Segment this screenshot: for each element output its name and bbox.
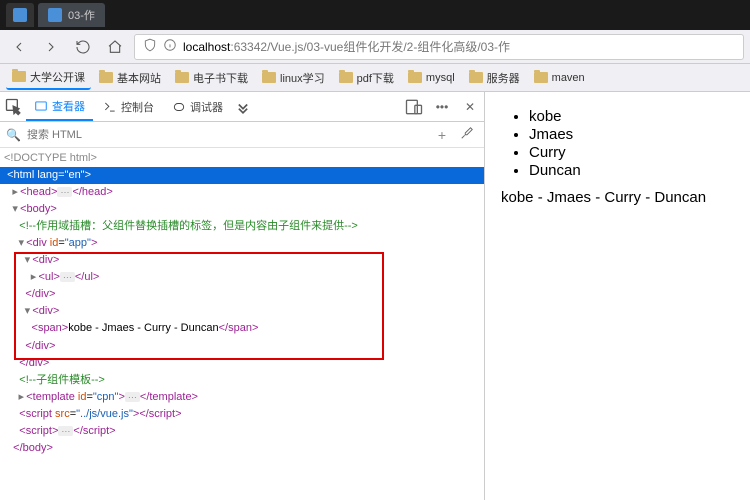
devtools-search-row: 🔍 + bbox=[0, 122, 484, 148]
tree-node[interactable]: <script src="../js/vue.js"></script> bbox=[0, 406, 484, 423]
doctype-line[interactable]: <!DOCTYPE html> bbox=[4, 152, 97, 164]
tree-node[interactable]: ▾<div id="app"> bbox=[0, 235, 484, 252]
tab-inspector[interactable]: 查看器 bbox=[26, 93, 93, 121]
tree-node[interactable]: ▸<ul>···</ul> bbox=[0, 269, 484, 286]
list-item: Jmaes bbox=[529, 126, 734, 143]
favicon bbox=[48, 8, 62, 22]
html-tree[interactable]: <!DOCTYPE html> <html lang="en"> ▸<head>… bbox=[0, 148, 484, 500]
tree-node[interactable]: ▸<head>···</head> bbox=[0, 184, 484, 201]
bookmark-label: maven bbox=[552, 72, 585, 84]
bookmark-label: 服务器 bbox=[487, 70, 520, 86]
bookmark-item[interactable]: linux学习 bbox=[256, 67, 331, 89]
add-node-icon[interactable]: + bbox=[434, 127, 450, 143]
tree-node[interactable]: </body> bbox=[0, 440, 484, 457]
bookmarks-bar: 大学公开课 基本网站 电子书下载 linux学习 pdf下载 mysql 服务器… bbox=[0, 64, 750, 92]
tree-node[interactable]: ▾<body> bbox=[0, 201, 484, 218]
bookmark-label: 大学公开课 bbox=[30, 69, 85, 85]
tab-debugger[interactable]: 调试器 bbox=[164, 94, 231, 120]
info-icon[interactable] bbox=[163, 38, 177, 55]
bookmark-item[interactable]: 服务器 bbox=[463, 67, 526, 89]
eyedropper-icon[interactable] bbox=[456, 126, 478, 143]
responsive-icon[interactable] bbox=[404, 97, 424, 117]
forward-button[interactable] bbox=[38, 34, 64, 60]
tree-node[interactable]: </div> bbox=[0, 338, 484, 355]
bookmark-item[interactable]: 大学公开课 bbox=[6, 66, 91, 90]
element-picker-icon[interactable] bbox=[4, 97, 24, 117]
overflow-icon[interactable] bbox=[233, 97, 253, 117]
browser-tabstrip: 03-作 bbox=[0, 0, 750, 30]
bookmark-label: 基本网站 bbox=[117, 70, 161, 86]
reload-button[interactable] bbox=[70, 34, 96, 60]
url-text: localhost:63342/Vue.js/03-vue组件化开发/2-组件化… bbox=[183, 38, 510, 55]
list-item: Curry bbox=[529, 144, 734, 161]
meatball-icon[interactable]: ••• bbox=[432, 97, 452, 117]
selected-node[interactable]: <html lang="en"> bbox=[0, 167, 484, 184]
tab-label: 查看器 bbox=[52, 98, 85, 114]
rendered-page: kobe Jmaes Curry Duncan kobe - Jmaes - C… bbox=[485, 92, 750, 500]
names-list: kobe Jmaes Curry Duncan bbox=[529, 108, 734, 179]
devtools-panel: 查看器 控制台 调试器 ••• ✕ 🔍 + <!DOCTYPE html> <h… bbox=[0, 92, 485, 500]
tree-node[interactable]: <!--作用域插槽：父组件替换插槽的标签，但是内容由子组件来提供--> bbox=[0, 218, 484, 235]
url-bar[interactable]: localhost:63342/Vue.js/03-vue组件化开发/2-组件化… bbox=[134, 34, 744, 60]
home-button[interactable] bbox=[102, 34, 128, 60]
bookmark-item[interactable]: 电子书下载 bbox=[169, 67, 254, 89]
back-button[interactable] bbox=[6, 34, 32, 60]
folder-icon bbox=[408, 72, 422, 83]
shield-icon bbox=[143, 38, 157, 55]
list-item: kobe bbox=[529, 108, 734, 125]
folder-icon bbox=[262, 72, 276, 83]
tree-node[interactable]: <script>···</script> bbox=[0, 423, 484, 440]
bookmark-item[interactable]: 基本网站 bbox=[93, 67, 167, 89]
close-icon[interactable]: ✕ bbox=[460, 97, 480, 117]
folder-icon bbox=[99, 72, 113, 83]
favicon bbox=[13, 8, 27, 22]
tab-label: 调试器 bbox=[190, 99, 223, 115]
search-input[interactable] bbox=[27, 129, 428, 141]
tree-node[interactable]: </div> bbox=[0, 286, 484, 303]
devtools-tabs: 查看器 控制台 调试器 ••• ✕ bbox=[0, 92, 484, 122]
tree-node[interactable]: </div> bbox=[0, 355, 484, 372]
bookmark-item[interactable]: pdf下载 bbox=[333, 67, 400, 89]
bookmark-item[interactable]: maven bbox=[528, 69, 591, 87]
list-item: Duncan bbox=[529, 162, 734, 179]
content-split: 查看器 控制台 调试器 ••• ✕ 🔍 + <!DOCTYPE html> <h… bbox=[0, 92, 750, 500]
folder-icon bbox=[534, 72, 548, 83]
search-icon: 🔍 bbox=[6, 128, 21, 142]
bookmark-label: linux学习 bbox=[280, 70, 325, 86]
tree-node[interactable]: <span>kobe - Jmaes - Curry - Duncan</spa… bbox=[0, 320, 484, 337]
bookmark-label: mysql bbox=[426, 72, 455, 84]
pinned-tab[interactable] bbox=[6, 3, 34, 27]
folder-icon bbox=[339, 72, 353, 83]
joined-text: kobe - Jmaes - Curry - Duncan bbox=[501, 189, 734, 206]
tree-node[interactable]: ▸<template id="cpn">···</template> bbox=[0, 389, 484, 406]
active-tab[interactable]: 03-作 bbox=[38, 3, 105, 27]
folder-icon bbox=[469, 72, 483, 83]
tree-node[interactable]: ▾<div> bbox=[0, 303, 484, 320]
navbar: localhost:63342/Vue.js/03-vue组件化开发/2-组件化… bbox=[0, 30, 750, 64]
folder-icon bbox=[12, 71, 26, 82]
bookmark-item[interactable]: mysql bbox=[402, 69, 461, 87]
tree-node[interactable]: <!--子组件模板--> bbox=[0, 372, 484, 389]
tab-label: 控制台 bbox=[121, 99, 154, 115]
bookmark-label: pdf下载 bbox=[357, 70, 394, 86]
folder-icon bbox=[175, 72, 189, 83]
tab-console[interactable]: 控制台 bbox=[95, 94, 162, 120]
bookmark-label: 电子书下载 bbox=[193, 70, 248, 86]
tab-title: 03-作 bbox=[68, 7, 95, 23]
tree-node[interactable]: ▾<div> bbox=[0, 252, 484, 269]
